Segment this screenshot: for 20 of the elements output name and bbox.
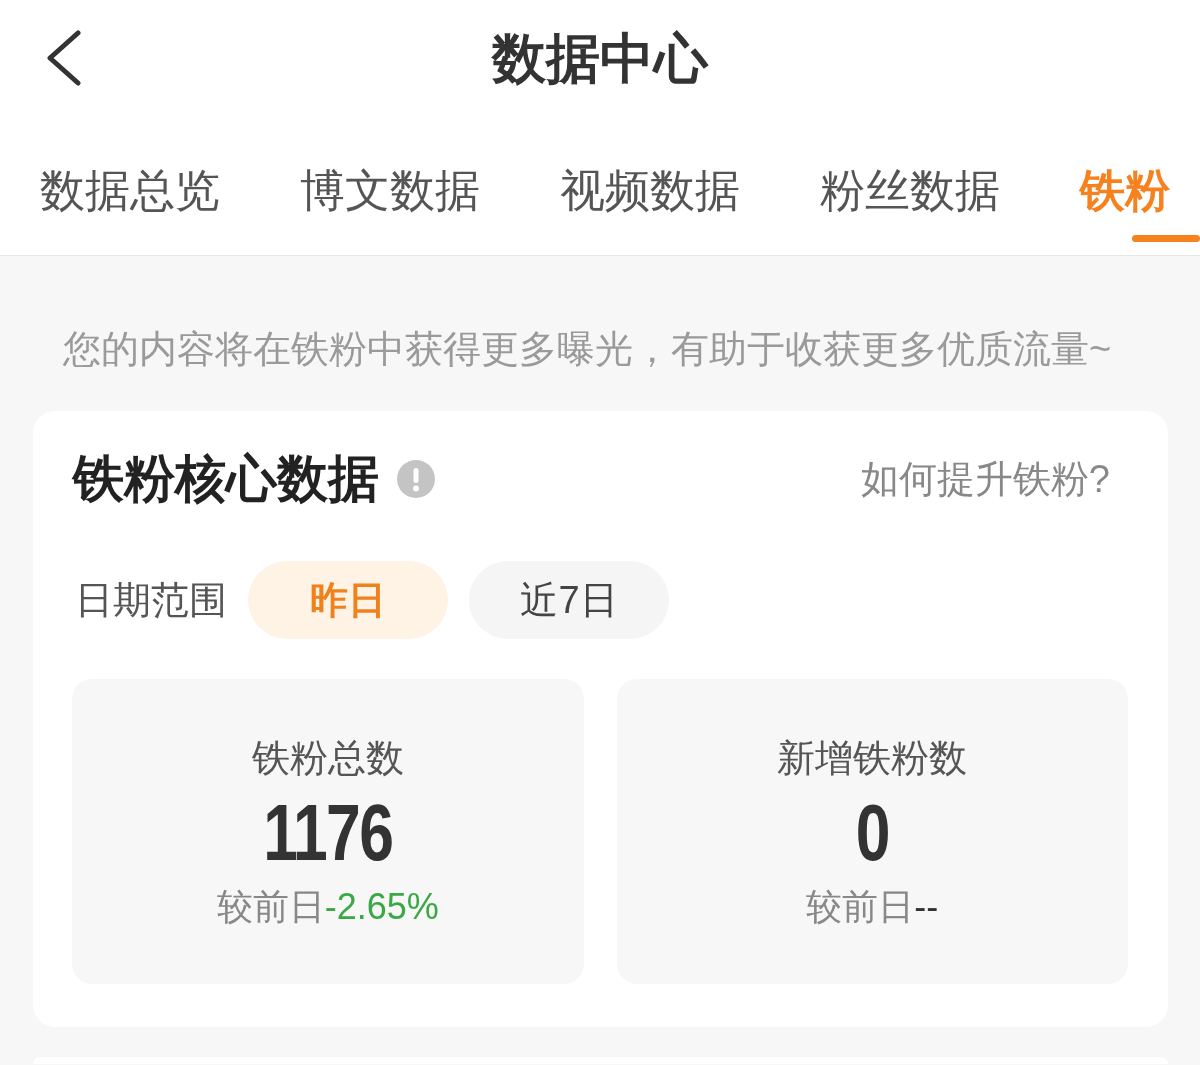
stat-label: 新增铁粉数 [777,735,968,781]
change-value: -- [914,884,939,929]
hint-text: 您的内容将在铁粉中获得更多曝光，有助于收获更多优质流量~ [63,327,1112,372]
back-icon[interactable] [45,29,81,86]
tab[interactable]: 博文数据 [300,160,480,242]
date-range-label: 日期范围 [75,578,227,623]
compare-label: 较前日 [216,884,325,929]
page-title: 数据中心 [492,26,708,90]
stat-label: 铁粉总数 [251,735,404,781]
date-range-option[interactable]: 近7日 [469,561,669,639]
tab[interactable]: 粉丝数据 [820,160,1000,242]
help-link[interactable]: 如何提升铁粉? [860,456,1110,502]
compare-label: 较前日 [806,884,915,929]
stat-value: 1176 [263,796,393,869]
tab-underline [1132,235,1200,242]
stat-value: 0 [855,796,889,869]
tab[interactable]: 视频数据 [560,160,740,242]
change-value: -2.65% [324,884,439,929]
tab[interactable]: 数据总览 [40,160,220,242]
card-title: 铁粉核心数据 [73,449,379,509]
